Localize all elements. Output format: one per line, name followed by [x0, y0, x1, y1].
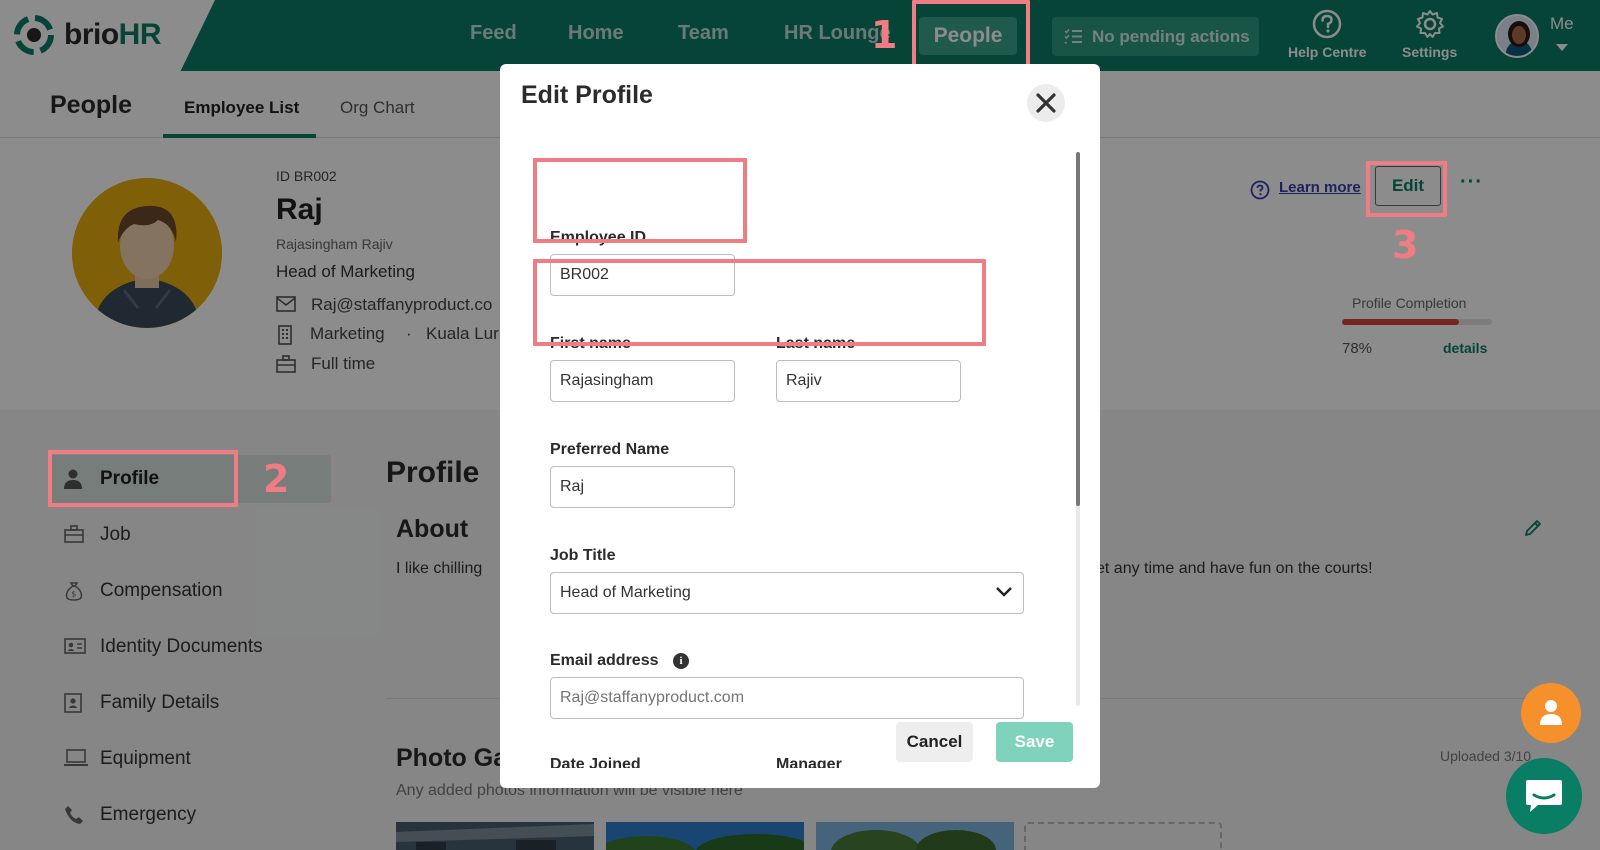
modal-title: Edit Profile [521, 81, 653, 109]
person-icon [1540, 700, 1562, 725]
step-number-2: 2 [263, 457, 290, 501]
job-title-label: Job Title [550, 547, 616, 564]
close-icon [1036, 93, 1056, 113]
highlight-people-tab [912, 0, 1030, 68]
highlight-employee-id [533, 158, 747, 243]
job-title-value: Head of Marketing [560, 584, 691, 601]
chat-bubble-icon [1526, 780, 1562, 812]
modal-scrollbar-thumb[interactable] [1076, 152, 1080, 506]
email-label: Email address [550, 652, 659, 669]
step-number-3: 3 [1392, 223, 1419, 267]
first-name-field[interactable] [550, 360, 735, 402]
profile-assistant-button[interactable] [1521, 683, 1581, 743]
job-title-select[interactable]: Head of Marketing [550, 572, 1024, 614]
preferred-name-field[interactable] [550, 466, 735, 508]
save-button[interactable]: Save [996, 722, 1073, 762]
chevron-down-icon [996, 587, 1012, 597]
last-name-field[interactable] [776, 360, 961, 402]
preferred-name-label: Preferred Name [550, 441, 670, 458]
email-field[interactable] [550, 677, 1024, 719]
chat-support-button[interactable] [1506, 758, 1582, 834]
manager-label: Manager [776, 756, 842, 768]
highlight-edit-button [1366, 161, 1447, 217]
cancel-button[interactable]: Cancel [896, 722, 973, 762]
step-number-1: 1 [871, 13, 898, 57]
close-modal-button[interactable] [1027, 84, 1065, 122]
date-joined-label: Date Joined [550, 756, 641, 768]
edit-profile-modal: Edit Profile Employee ID First name Last… [500, 64, 1100, 788]
highlight-name-fields [533, 259, 986, 346]
highlight-profile-item [48, 450, 238, 507]
info-icon[interactable]: i [673, 653, 689, 669]
